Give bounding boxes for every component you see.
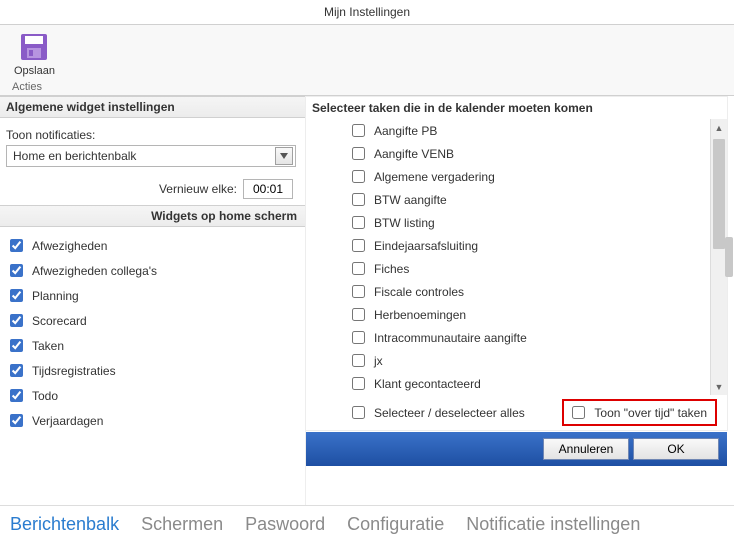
notify-dropdown-value: Home en berichtenbalk [13,149,136,163]
task-row[interactable]: Fiscale controles [348,280,710,303]
home-widget-label: Afwezigheden [32,239,107,253]
tab-berichtenbalk[interactable]: Berichtenbalk [10,514,119,535]
tab-paswoord[interactable]: Paswoord [245,514,325,535]
task-checkbox[interactable] [352,147,365,160]
task-label: Klant gecontacteerd [374,377,481,391]
select-all-checkbox-input[interactable] [352,406,365,419]
task-row[interactable]: Aangifte VENB [348,142,710,165]
home-widget-checkbox[interactable] [10,314,23,327]
home-widget-item[interactable]: Afwezigheden collega's [6,258,299,283]
ribbon-section-label: Acties [8,79,726,93]
task-checkbox[interactable] [352,285,365,298]
home-widget-label: Todo [32,389,58,403]
task-checkbox[interactable] [352,124,365,137]
notify-dropdown[interactable]: Home en berichtenbalk [6,145,296,167]
task-checkbox[interactable] [352,193,365,206]
task-row[interactable]: Klant gecontacteerd [348,372,710,395]
tab-configuratie[interactable]: Configuratie [347,514,444,535]
task-row[interactable]: jx [348,349,710,372]
save-button-label: Opslaan [14,65,55,77]
task-label: Fiscale controles [374,285,464,299]
ok-button[interactable]: OK [633,438,719,460]
cancel-button[interactable]: Annuleren [543,438,629,460]
home-widget-item[interactable]: Taken [6,333,299,358]
task-row[interactable]: Aangifte PB [348,119,710,142]
task-checkbox[interactable] [352,308,365,321]
overdue-label: Toon "over tijd" taken [594,406,707,420]
home-widget-item[interactable]: Verjaardagen [6,408,299,433]
home-widget-label: Afwezigheden collega's [32,264,157,278]
home-widget-item[interactable]: Tijdsregistraties [6,358,299,383]
home-widget-label: Verjaardagen [32,414,103,428]
scroll-down-icon[interactable]: ▼ [711,378,727,395]
home-widget-checkbox[interactable] [10,264,23,277]
task-label: jx [374,354,383,368]
window-title: Mijn Instellingen [0,0,734,24]
chevron-down-icon[interactable] [275,147,293,165]
task-label: Algemene vergadering [374,170,495,184]
home-widget-item[interactable]: Scorecard [6,308,299,333]
task-checkbox[interactable] [352,331,365,344]
home-widget-checkbox[interactable] [10,239,23,252]
task-label: Eindejaarsafsluiting [374,239,478,253]
refresh-interval-input[interactable] [243,179,293,199]
task-checkbox[interactable] [352,216,365,229]
notify-label: Toon notificaties: [6,128,299,142]
home-widget-checkbox[interactable] [10,389,23,402]
task-checkbox[interactable] [352,377,365,390]
select-all-label: Selecteer / deselecteer alles [374,406,525,420]
overdue-highlight: Toon "over tijd" taken [562,399,717,426]
home-widget-checkbox[interactable] [10,364,23,377]
select-all-checkbox[interactable]: Selecteer / deselecteer alles [348,403,525,422]
ribbon: Opslaan Acties [0,24,734,96]
task-checkbox[interactable] [352,354,365,367]
home-widget-item[interactable]: Todo [6,383,299,408]
home-widget-item[interactable]: Afwezigheden [6,233,299,258]
task-list: Aangifte PB Aangifte VENB Algemene vergade… [306,119,710,395]
task-label: Herbenoemingen [374,308,466,322]
tab-notificatie-instellingen[interactable]: Notificatie instellingen [466,514,640,535]
task-row[interactable]: BTW listing [348,211,710,234]
home-widget-label: Planning [32,289,79,303]
overdue-checkbox[interactable] [572,406,585,419]
task-row[interactable]: BTW aangifte [348,188,710,211]
home-widgets-list: Afwezigheden Afwezigheden collega's Planni… [0,227,305,439]
save-button[interactable]: Opslaan [8,29,61,79]
task-label: Fiches [374,262,409,276]
task-row[interactable]: Eindejaarsafsluiting [348,234,710,257]
home-widget-checkbox[interactable] [10,414,23,427]
resize-grip[interactable] [725,237,733,277]
home-widget-checkbox[interactable] [10,339,23,352]
scroll-up-icon[interactable]: ▲ [711,119,727,136]
home-widget-label: Scorecard [32,314,87,328]
home-widget-label: Tijdsregistraties [32,364,116,378]
home-widget-item[interactable]: Planning [6,283,299,308]
refresh-label: Vernieuw elke: [159,182,237,196]
task-label: BTW listing [374,216,435,230]
home-widget-label: Taken [32,339,64,353]
task-row[interactable]: Algemene vergadering [348,165,710,188]
task-label: Aangifte PB [374,124,437,138]
scroll-thumb[interactable] [713,139,725,249]
general-settings-header: Algemene widget instellingen [0,96,305,118]
tab-schermen[interactable]: Schermen [141,514,223,535]
task-checkbox[interactable] [352,262,365,275]
calendar-tasks-dialog: Selecteer taken die in de kalender moete… [305,96,728,431]
home-widget-checkbox[interactable] [10,289,23,302]
task-label: Intracommunautaire aangifte [374,331,527,345]
task-label: BTW aangifte [374,193,447,207]
save-icon [18,31,50,63]
task-label: Aangifte VENB [374,147,454,161]
bottom-tabs: Berichtenbalk Schermen Paswoord Configurati… [0,505,734,545]
dialog-title: Selecteer taken die in de kalender moete… [306,97,727,119]
home-widgets-header: Widgets op home scherm [0,205,305,227]
task-row[interactable]: Fiches [348,257,710,280]
task-checkbox[interactable] [352,170,365,183]
task-row[interactable]: Intracommunautaire aangifte [348,326,710,349]
task-checkbox[interactable] [352,239,365,252]
task-row[interactable]: Herbenoemingen [348,303,710,326]
